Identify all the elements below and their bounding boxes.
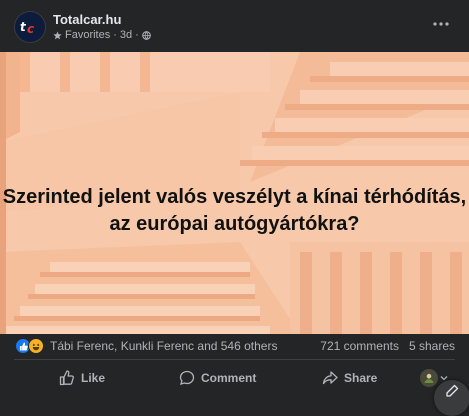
like-reaction-icon — [19, 341, 28, 351]
like-icon — [59, 370, 74, 386]
image-caption: Szerinted jelent valós veszélyt a kínai … — [2, 186, 467, 235]
user-avatar-icon — [424, 373, 434, 383]
audience-label[interactable]: Favorites — [65, 29, 110, 41]
engagement-stats: 721 comments 5 shares — [320, 339, 455, 353]
meta-separator: · — [113, 29, 117, 41]
avatar — [420, 369, 438, 387]
divider — [14, 359, 455, 360]
compose-button[interactable] — [434, 380, 469, 416]
post-header: t c Totalcar.hu Favorites · 3d · — [0, 0, 469, 52]
share-label: Share — [344, 371, 378, 385]
more-icon — [433, 22, 449, 26]
share-icon — [322, 371, 338, 385]
comment-icon — [179, 370, 195, 385]
page-avatar[interactable]: t c — [14, 11, 46, 43]
post-meta: Favorites · 3d · — [53, 29, 151, 41]
like-label: Like — [81, 371, 106, 385]
more-options-button[interactable] — [429, 14, 453, 34]
star-icon — [53, 30, 62, 39]
haha-reaction-icon — [32, 343, 40, 351]
comment-button[interactable]: Comment — [179, 366, 256, 390]
comments-count[interactable]: 721 comments — [320, 339, 399, 353]
meta-separator: · — [135, 29, 139, 41]
post-image[interactable]: Szerinted jelent valós veszélyt a kínai … — [0, 52, 469, 334]
globe-icon — [142, 30, 151, 40]
shares-count[interactable]: 5 shares — [409, 339, 455, 353]
page-name[interactable]: Totalcar.hu — [53, 12, 121, 27]
reaction-icons[interactable] — [15, 338, 47, 354]
action-bar: Like Comment Share — [0, 362, 469, 394]
compose-icon — [446, 384, 459, 397]
reactions-bar: Tábi Ferenc, Kunkli Ferenc and 546 other… — [0, 334, 469, 358]
comment-label: Comment — [201, 371, 257, 385]
like-button[interactable]: Like — [59, 366, 105, 390]
logo-icon: t c — [20, 20, 34, 36]
reaction-names[interactable]: Tábi Ferenc, Kunkli Ferenc and 546 other… — [50, 339, 277, 353]
svg-text:t: t — [20, 20, 27, 34]
svg-text:c: c — [27, 22, 34, 36]
post-time[interactable]: 3d — [120, 29, 132, 41]
share-button[interactable]: Share — [322, 366, 377, 390]
